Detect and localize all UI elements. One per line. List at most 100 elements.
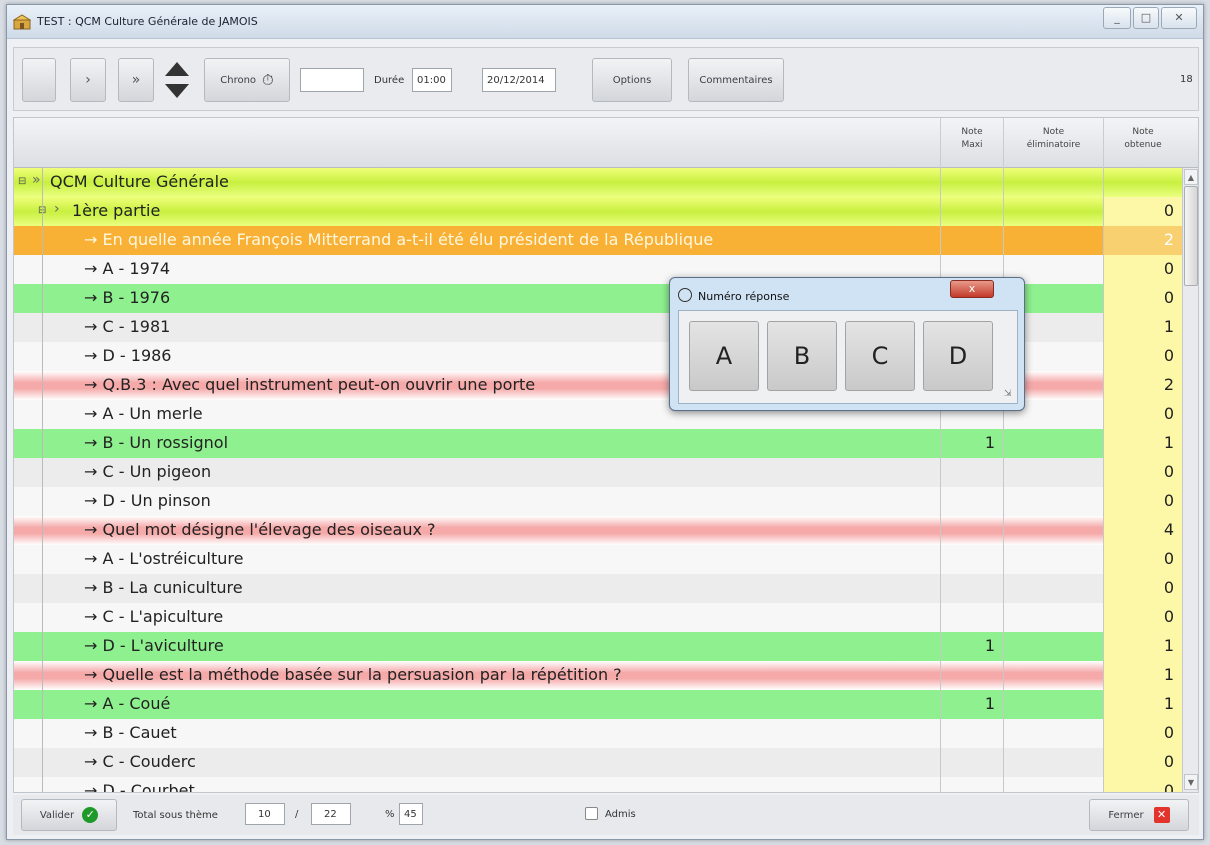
- row-label: → C - L'apiculture: [84, 607, 224, 626]
- table-row[interactable]: → D - L'aviculture 1 1: [14, 632, 1182, 661]
- cell-note-obtenue: 1: [1103, 313, 1182, 342]
- scroll-down-arrow-icon[interactable]: ▼: [1184, 774, 1198, 790]
- commentaires-button[interactable]: Commentaires: [688, 58, 784, 102]
- cell-note-maxi: [940, 458, 1003, 487]
- cell-note-maxi: [940, 574, 1003, 603]
- cell-note-eliminatoire: [1003, 719, 1103, 748]
- scroll-up-arrow-icon[interactable]: ▲: [1184, 169, 1198, 185]
- row-label: → C - Un pigeon: [84, 462, 212, 481]
- cell-note-eliminatoire: [1003, 574, 1103, 603]
- cell-note-eliminatoire: [1003, 603, 1103, 632]
- valider-button[interactable]: Valider ✓: [21, 799, 117, 831]
- cell-note-eliminatoire: [1003, 748, 1103, 777]
- cell-note-obtenue: 1: [1103, 690, 1182, 719]
- item-count: 18: [1180, 74, 1193, 85]
- row-label: → B - La cuniculture: [84, 578, 243, 597]
- header-note-maxi[interactable]: Note Maxi: [940, 118, 1003, 168]
- cell-note-maxi: [940, 603, 1003, 632]
- close-x-icon: ✕: [1153, 807, 1170, 823]
- cell-note-maxi: 1: [940, 632, 1003, 661]
- cell-note-obtenue: 1: [1103, 661, 1182, 690]
- main-window: TEST : QCM Culture Générale de JAMOIS _ …: [6, 4, 1204, 840]
- duree-field[interactable]: 01:00: [412, 68, 452, 92]
- fermer-button[interactable]: Fermer ✕: [1089, 799, 1189, 831]
- dialog-title: Numéro réponse: [698, 290, 790, 303]
- percent-label: %: [385, 809, 395, 820]
- maximize-button[interactable]: □: [1133, 7, 1159, 29]
- row-label: → C - Couderc: [84, 752, 196, 771]
- cell-note-obtenue: 0: [1103, 719, 1182, 748]
- cell-note-maxi: [940, 661, 1003, 690]
- cell-note-eliminatoire: [1003, 429, 1103, 458]
- check-icon: ✓: [82, 807, 99, 823]
- header-note-eliminatoire[interactable]: Note éliminatoire: [1003, 118, 1103, 168]
- table-row[interactable]: → B - Un rossignol 1 1: [14, 429, 1182, 458]
- minimize-button[interactable]: _: [1103, 7, 1131, 29]
- collapse-toggle-icon[interactable]: ⊟: [18, 176, 26, 187]
- cell-note-obtenue: 0: [1103, 574, 1182, 603]
- cell-note-obtenue: 1: [1103, 429, 1182, 458]
- table-row[interactable]: → D - Un pinson 0: [14, 487, 1182, 516]
- percent-field: 45: [399, 803, 423, 825]
- total-label: Total sous thème: [133, 810, 218, 821]
- scroll-thumb[interactable]: [1184, 186, 1198, 286]
- table-row[interactable]: → Quel mot désigne l'élevage des oiseaux…: [14, 516, 1182, 545]
- table-row[interactable]: → C - L'apiculture 0: [14, 603, 1182, 632]
- table-row[interactable]: → B - La cuniculture 0: [14, 574, 1182, 603]
- cell-note-obtenue: 0: [1103, 400, 1182, 429]
- sort-updown-icon[interactable]: [162, 56, 192, 104]
- table-row[interactable]: → D - Courbet 0: [14, 777, 1182, 792]
- admis-checkbox[interactable]: [585, 807, 598, 820]
- table-row[interactable]: → C - Un pigeon 0: [14, 458, 1182, 487]
- close-window-button[interactable]: ✕: [1161, 7, 1197, 29]
- resize-grip-icon[interactable]: ⇲: [1004, 389, 1012, 399]
- table-row[interactable]: → A - L'ostréiculture 0: [14, 545, 1182, 574]
- answer-a-button[interactable]: A: [689, 321, 759, 391]
- options-button[interactable]: Options: [592, 58, 672, 102]
- expand-all-button[interactable]: »: [118, 58, 154, 102]
- cell-note-obtenue: 1: [1103, 632, 1182, 661]
- row-label: → A - Coué: [84, 694, 171, 713]
- cell-note-eliminatoire: [1003, 487, 1103, 516]
- duree-label: Durée: [374, 75, 405, 86]
- admis-label: Admis: [605, 809, 636, 820]
- cell-note-obtenue: 0: [1103, 255, 1182, 284]
- table-row[interactable]: → En quelle année François Mitterrand a-…: [14, 226, 1182, 255]
- table-row[interactable]: ⊟ » QCM Culture Générale: [14, 168, 1182, 197]
- vertical-scrollbar[interactable]: ▲ ▼: [1182, 168, 1198, 792]
- cell-note-obtenue: 0: [1103, 545, 1182, 574]
- row-label: → B - Un rossignol: [84, 433, 229, 452]
- cell-note-maxi: [940, 197, 1003, 226]
- table-row[interactable]: → B - Cauet 0: [14, 719, 1182, 748]
- chrono-field[interactable]: [300, 68, 364, 92]
- total-max-field: 22: [311, 803, 351, 825]
- header-note-obtenue[interactable]: Note obtenue: [1103, 118, 1182, 168]
- table-row[interactable]: → C - Couderc 0: [14, 748, 1182, 777]
- stopwatch-icon: ⏱: [262, 71, 274, 89]
- valider-label: Valider: [39, 809, 75, 821]
- cell-note-obtenue: 0: [1103, 458, 1182, 487]
- toolbar: › » Chrono ⏱ Durée 01:00 20/12/2014 Opti…: [13, 47, 1199, 111]
- cell-note-eliminatoire: [1003, 545, 1103, 574]
- chevron-right-icon: ›: [54, 201, 60, 217]
- answer-c-button[interactable]: C: [845, 321, 915, 391]
- answer-d-button[interactable]: D: [923, 321, 993, 391]
- dialog-close-button[interactable]: x: [950, 280, 994, 298]
- table-row[interactable]: → Quelle est la méthode basée sur la per…: [14, 661, 1182, 690]
- date-field[interactable]: 20/12/2014: [482, 68, 556, 92]
- blank-button[interactable]: [22, 58, 56, 102]
- table-row[interactable]: → A - Coué 1 1: [14, 690, 1182, 719]
- cell-note-maxi: 1: [940, 429, 1003, 458]
- row-label: → D - L'aviculture: [84, 636, 224, 655]
- answer-b-button[interactable]: B: [767, 321, 837, 391]
- clock-icon: [678, 288, 692, 302]
- chrono-button[interactable]: Chrono ⏱: [204, 58, 290, 102]
- row-label: → C - 1981: [84, 317, 171, 336]
- expand-level-button[interactable]: ›: [70, 58, 106, 102]
- row-label: → Quelle est la méthode basée sur la per…: [84, 665, 622, 684]
- table-row[interactable]: ⊟ › 1ère partie 0: [14, 197, 1182, 226]
- footer-bar: Valider ✓ Total sous thème 10 / 22 % 45 …: [13, 795, 1199, 835]
- cell-note-eliminatoire: [1003, 226, 1103, 255]
- chrono-label: Chrono: [220, 74, 257, 86]
- cell-note-maxi: 1: [940, 690, 1003, 719]
